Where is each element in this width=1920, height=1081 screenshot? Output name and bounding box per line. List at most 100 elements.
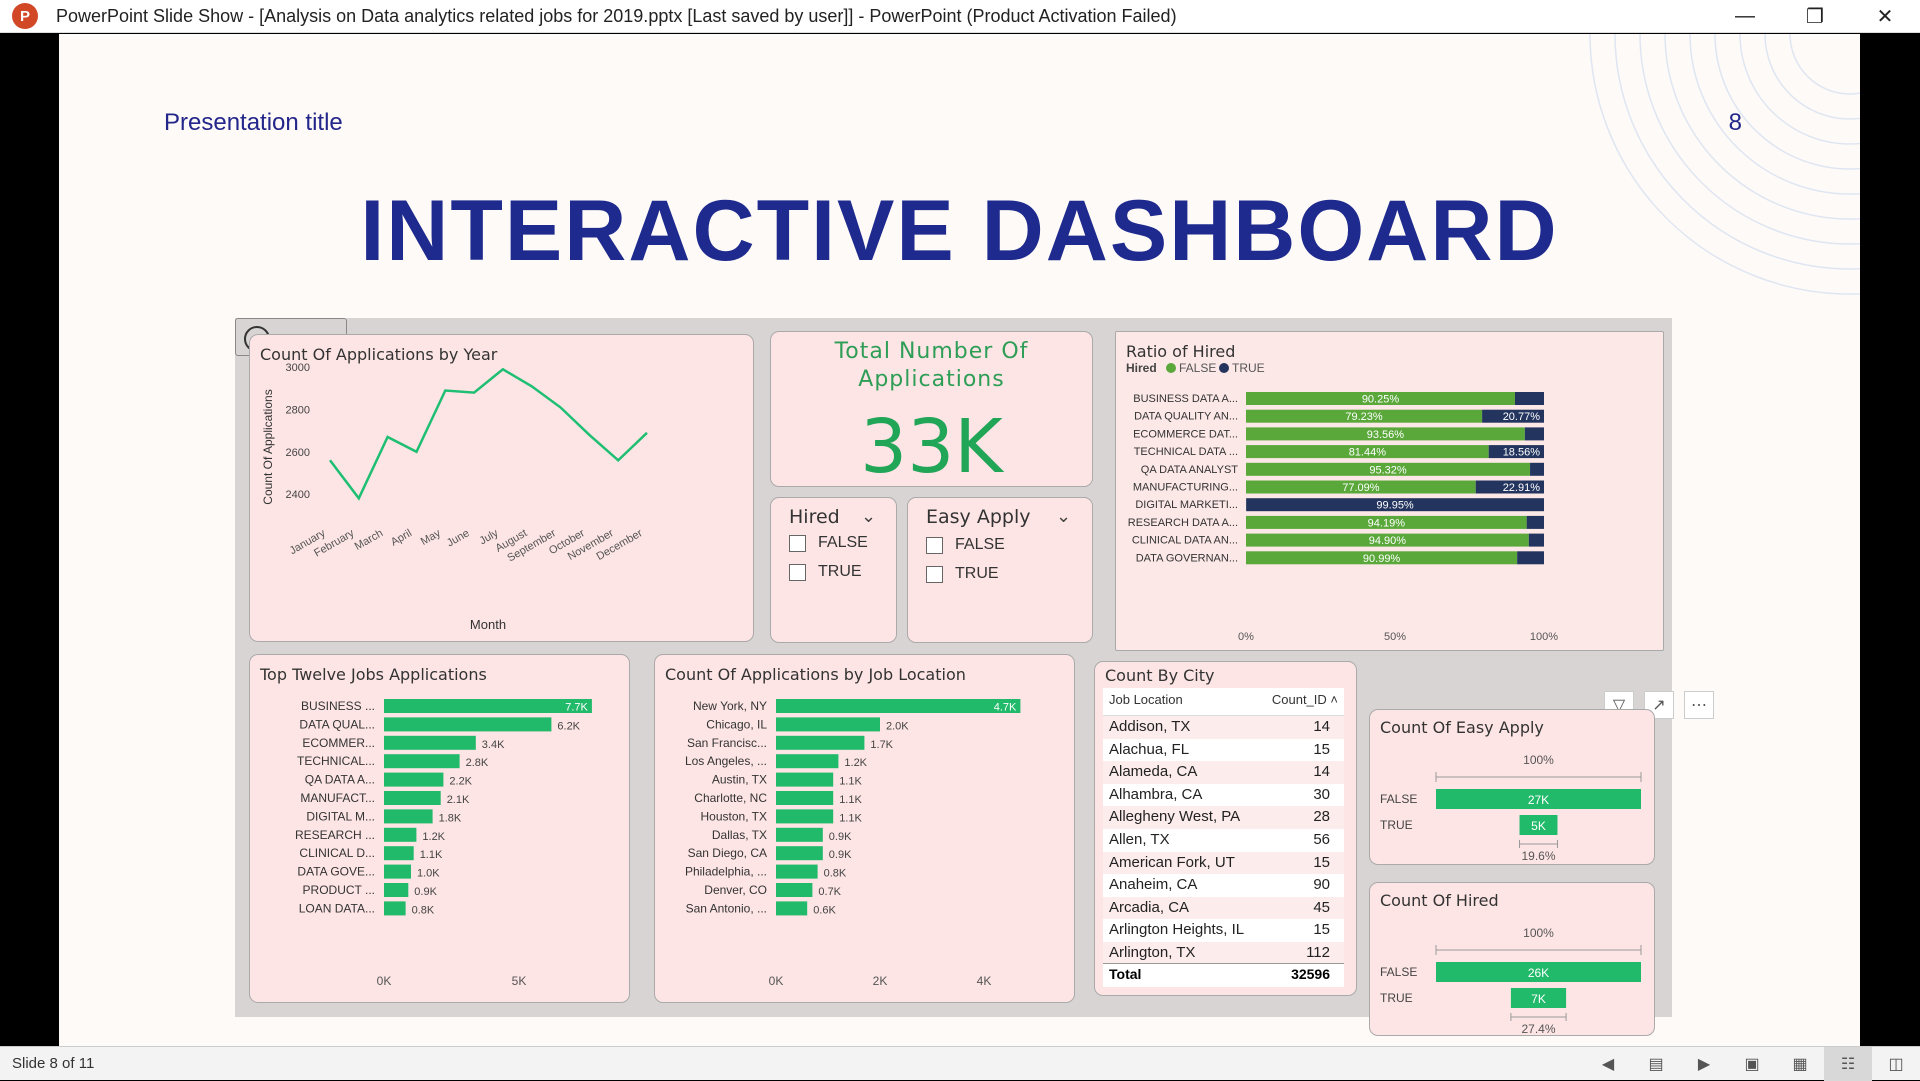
ratio-chart-card: Ratio of Hired HiredFALSETRUEBUSINESS DA…: [1115, 331, 1664, 651]
data-label: 2.0K: [886, 720, 909, 732]
next-slide-icon[interactable]: ▶: [1680, 1047, 1728, 1081]
line-chart-card: Count Of Applications by Year 2400260028…: [249, 334, 754, 642]
chevron-down-icon[interactable]: ⌄: [861, 506, 876, 527]
category-label: BUSINESS ...: [301, 699, 375, 713]
x-tick-label: 0K: [377, 974, 392, 988]
y-axis-label: Count Of Applications: [261, 389, 275, 504]
restore-button[interactable]: ❐: [1780, 0, 1850, 33]
kpi-card: Total Number Of Applications 33K: [770, 331, 1093, 487]
table-row[interactable]: Arlington Heights, IL15: [1103, 919, 1344, 942]
bar: [384, 865, 411, 879]
data-label: 2.8K: [466, 757, 489, 769]
normal-view-icon[interactable]: ▣: [1728, 1047, 1776, 1081]
notes-icon[interactable]: ▤: [1632, 1047, 1680, 1081]
data-label: 1.1K: [420, 849, 443, 861]
line-chart: 2400260028003000JanuaryFebruaryMarchApri…: [250, 335, 755, 643]
bar: [776, 883, 812, 897]
reading-view-icon[interactable]: ☷: [1824, 1047, 1872, 1081]
category-label: DIGITAL MARKETI...: [1135, 499, 1238, 511]
bar: [384, 901, 406, 915]
checkbox[interactable]: [789, 535, 806, 552]
data-label: 0.8K: [824, 868, 847, 880]
city-table-header: Job Location Count_ID ˄: [1103, 688, 1344, 716]
x-tick-label: May: [419, 527, 443, 548]
category-label: DATA GOVE...: [297, 865, 375, 879]
table-row[interactable]: Arlington, TX112: [1103, 942, 1344, 965]
legend-label-true: TRUE: [1232, 361, 1265, 375]
jobs-chart: BUSINESS ...7.7KDATA QUAL...6.2KECOMMER.…: [250, 655, 631, 1004]
data-label: 1.1K: [839, 776, 862, 788]
close-button[interactable]: ✕: [1850, 0, 1920, 33]
presentation-title: Presentation title: [164, 109, 343, 137]
bar-true: [1529, 534, 1544, 547]
table-row[interactable]: Allen, TX56: [1103, 829, 1344, 852]
slide-sorter-icon[interactable]: ▦: [1776, 1047, 1824, 1081]
column-header-location[interactable]: Job Location: [1109, 692, 1183, 711]
x-tick-label: 0%: [1238, 631, 1254, 643]
chevron-down-icon[interactable]: ⌄: [1056, 506, 1071, 527]
legend-title: Hired: [1126, 361, 1157, 375]
more-options-icon[interactable]: ⋯: [1684, 691, 1714, 719]
category-label: FALSE: [1380, 792, 1417, 806]
category-label: DATA QUALITY AN...: [1134, 411, 1238, 423]
top-percent-label: 100%: [1523, 926, 1554, 940]
category-label: FALSE: [1380, 965, 1417, 979]
minimize-button[interactable]: —: [1710, 0, 1780, 33]
data-label: 1.8K: [439, 812, 462, 824]
hired-option-true[interactable]: TRUE: [789, 563, 862, 581]
y-tick-label: 2400: [286, 489, 310, 501]
slideshow-view-icon[interactable]: ◫: [1872, 1047, 1920, 1081]
data-label-false: 90.99%: [1363, 553, 1401, 565]
table-row[interactable]: Allegheny West, PA 28: [1103, 806, 1344, 829]
category-label: PRODUCT ...: [303, 883, 375, 897]
table-row[interactable]: Addison, TX14: [1103, 716, 1344, 739]
x-tick-label: April: [389, 527, 414, 548]
bar: [776, 809, 833, 823]
status-bar: Slide 8 of 11 ◀ ▤ ▶ ▣ ▦ ☷ ◫: [0, 1046, 1920, 1080]
kpi-title: Total Number Of Applications: [771, 338, 1092, 394]
count-cell: 28: [1313, 806, 1330, 829]
count-cell: 56: [1313, 829, 1330, 852]
table-row[interactable]: Anaheim, CA90: [1103, 874, 1344, 897]
checkbox[interactable]: [926, 537, 943, 554]
bar: [384, 754, 460, 768]
table-row[interactable]: American Fork, UT15: [1103, 852, 1344, 875]
x-tick-label: 50%: [1384, 631, 1406, 643]
easy-apply-option-false[interactable]: FALSE: [926, 536, 1005, 554]
x-tick-label: 4K: [977, 974, 992, 988]
easy-apply-slicer: Easy Apply ⌄ FALSE TRUE: [907, 497, 1093, 643]
category-label: LOAN DATA...: [299, 901, 375, 915]
x-tick-label: 0K: [769, 974, 784, 988]
data-label: 1.0K: [417, 868, 440, 880]
data-label-false: 81.44%: [1349, 447, 1387, 459]
checkbox[interactable]: [789, 564, 806, 581]
bar: [776, 901, 807, 915]
category-label: MANUFACTURING...: [1133, 482, 1238, 494]
data-label: 7.7K: [565, 702, 588, 714]
city-table[interactable]: Job Location Count_ID ˄ Addison, TX14Ala…: [1103, 688, 1344, 987]
bar: [384, 846, 414, 860]
hired-option-false[interactable]: FALSE: [789, 534, 868, 552]
city-table-title: Count By City: [1105, 666, 1215, 685]
bar: [384, 717, 551, 731]
city-cell: Allegheny West, PA: [1109, 806, 1240, 829]
previous-slide-icon[interactable]: ◀: [1584, 1047, 1632, 1081]
data-label: 0.9K: [829, 831, 852, 843]
table-row[interactable]: Alhambra, CA30: [1103, 784, 1344, 807]
table-row[interactable]: Alameda, CA14: [1103, 761, 1344, 784]
x-tick-label: 100%: [1530, 631, 1558, 643]
count-cell: 112: [1306, 942, 1330, 965]
data-label: 6.2K: [557, 720, 580, 732]
slide-indicator: Slide 8 of 11: [12, 1055, 94, 1072]
category-label: San Antonio, ...: [686, 901, 767, 915]
category-label: TECHNICAL DATA ...: [1134, 446, 1238, 458]
easy-apply-option-true[interactable]: TRUE: [926, 565, 999, 583]
category-label: Charlotte, NC: [694, 791, 767, 805]
count-cell: 14: [1313, 716, 1330, 739]
column-header-count[interactable]: Count_ID ˄: [1272, 692, 1338, 711]
table-row[interactable]: Arcadia, CA45: [1103, 897, 1344, 920]
data-label: 0.8K: [412, 904, 435, 916]
slide: Presentation title 8 INTERACTIVE DASHBOA…: [59, 34, 1860, 1046]
checkbox[interactable]: [926, 566, 943, 583]
table-row[interactable]: Alachua, FL15: [1103, 739, 1344, 762]
